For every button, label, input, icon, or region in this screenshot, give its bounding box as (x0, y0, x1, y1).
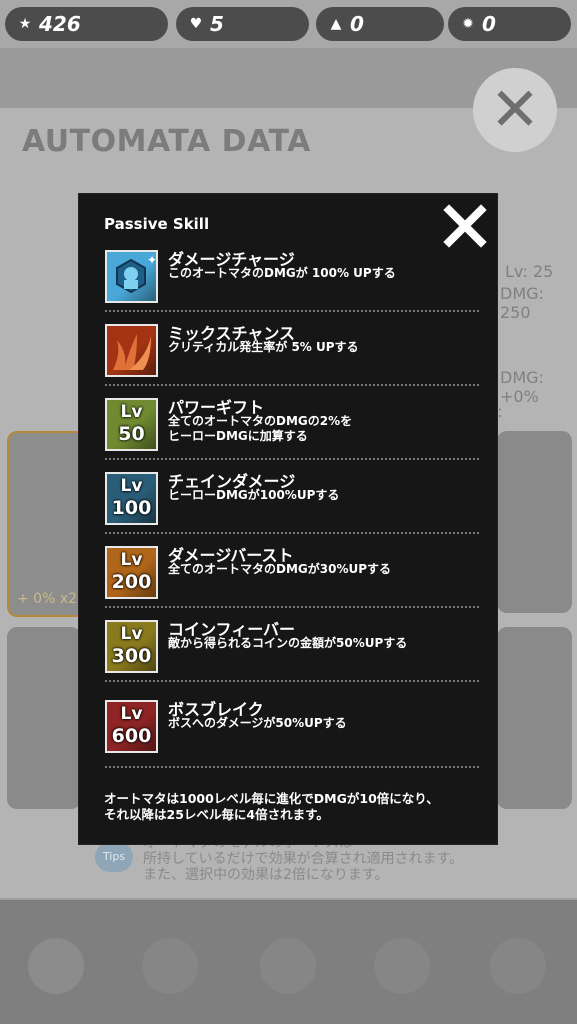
skill-description-line: クリティカル発生率が 5% UPする (168, 340, 359, 354)
tips-bubble-icon: Tips (95, 842, 133, 872)
skill-description-line: 敵から得られるコインの金額が50%UPする (168, 636, 408, 650)
skill-level-label: Lv (120, 704, 143, 724)
skill-level-value: 100 (111, 497, 152, 519)
skill-row: Lv 200 ダメージバースト 全てのオートマタのDMGが30%UPする (105, 546, 477, 602)
skill-description-line: 全てのオートマタのDMGが30%UPする (168, 562, 392, 576)
skill-description: クリティカル発生率が 5% UPする (168, 340, 359, 355)
resource-bar: ★ 426 ♥ 5 ▲ 0 ✹ 0 (0, 0, 577, 48)
resource-stars: ★ 426 (5, 7, 168, 41)
skill-divider (105, 458, 479, 460)
skill-description-line: 全てのオートマタのDMGの2%を (168, 414, 353, 428)
footer-line-2: それ以降は25レベル毎に4倍されます。 (104, 807, 329, 822)
bg-automata-card-right[interactable] (497, 431, 572, 613)
skill-description-line: ヒーローDMGが100%UPする (168, 488, 340, 502)
tab-hero-icon[interactable] (142, 938, 198, 994)
skill-level-label: Lv (120, 402, 143, 422)
triangles-count: 0 (350, 12, 364, 36)
bg-dmg-bonus: DMG: +0% (500, 368, 544, 406)
level-300-icon: Lv 300 (105, 620, 158, 673)
skill-divider (105, 384, 479, 386)
skill-divider (105, 680, 479, 682)
tab-heart-icon[interactable] (374, 938, 430, 994)
skill-level-value: 50 (118, 423, 145, 445)
bg-lv-text: Lv: 25 (505, 262, 554, 281)
bg-tips-line3: また、選択中の効果は2倍になります。 (143, 867, 389, 883)
skill-level-label: Lv (120, 624, 143, 644)
skill-description-line: ボスへのダメージが50%UPする (168, 716, 347, 730)
skill-level-label: Lv (120, 476, 143, 496)
resource-gears: ✹ 0 (448, 7, 571, 41)
tab-automata-icon[interactable] (28, 938, 84, 994)
skill-level-label: Lv (120, 550, 143, 570)
bg-dmg-text: DMG: 250 (500, 284, 544, 322)
skill-row: Lv 50 パワーギフト 全てのオートマタのDMGの2%を ヒーローDMGに加算する (105, 398, 477, 454)
hearts-count: 5 (210, 12, 224, 36)
gears-count: 0 (482, 12, 496, 36)
skill-divider (105, 606, 479, 608)
skill-row: Lv 300 コインフィーバー 敵から得られるコインの金額が50%UPする (105, 620, 477, 676)
shield-sparkle-icon: ✦ (105, 250, 158, 303)
modal-footer: オートマタは1000レベル毎に進化でDMGが10倍になり、 それ以降は25レベル… (104, 791, 489, 823)
triangle-icon: ▲ (330, 16, 342, 32)
background-title: AUTOMATA DATA (22, 124, 311, 159)
resource-triangles: ▲ 0 (316, 7, 444, 41)
resource-hearts: ♥ 5 (176, 7, 309, 41)
bg-automata-card-left-2[interactable] (7, 627, 81, 809)
skill-divider (105, 532, 479, 534)
skill-description: このオートマタのDMGが 100% UPする (168, 266, 396, 281)
level-600-icon: Lv 600 (105, 700, 158, 753)
skill-level-value: 600 (111, 725, 152, 747)
skill-description-line: このオートマタのDMGが 100% UPする (168, 266, 396, 280)
level-200-icon: Lv 200 (105, 546, 158, 599)
heart-icon: ♥ (189, 16, 203, 32)
skill-divider (105, 310, 479, 312)
skill-description: 敵から得られるコインの金額が50%UPする (168, 636, 407, 651)
skill-level-value: 200 (111, 571, 152, 593)
skill-divider (105, 766, 479, 768)
stars-count: 426 (39, 12, 81, 36)
skill-level-value: 300 (111, 645, 152, 667)
skill-description-line: ヒーローDMGに加算する (168, 429, 308, 443)
skill-row: ✦ ダメージチャージ このオートマタのDMGが 100% UPする (105, 250, 477, 306)
slash-icon (105, 324, 158, 377)
modal-title: Passive Skill (104, 215, 210, 233)
bg-card-bonus: + 0% x2 (17, 591, 78, 607)
level-50-icon: Lv 50 (105, 398, 158, 451)
tab-menu-icon[interactable] (490, 938, 546, 994)
close-icon[interactable] (443, 204, 487, 248)
skill-row: ミックスチャンス クリティカル発生率が 5% UPする (105, 324, 477, 380)
footer-line-1: オートマタは1000レベル毎に進化でDMGが10倍になり、 (104, 791, 439, 806)
svg-text:✦: ✦ (147, 253, 156, 267)
skill-description: 全てのオートマタのDMGの2%を ヒーローDMGに加算する (168, 414, 352, 444)
skill-description: ボスへのダメージが50%UPする (168, 716, 347, 731)
skill-description: ヒーローDMGが100%UPする (168, 488, 339, 503)
gear-icon: ✹ (462, 16, 474, 32)
skill-row: Lv 600 ボスブレイク ボスへのダメージが50%UPする (105, 700, 477, 756)
level-100-icon: Lv 100 (105, 472, 158, 525)
background-close-button[interactable]: ✕ (473, 68, 557, 152)
bg-automata-card-right-2[interactable] (497, 627, 572, 809)
passive-skill-modal: Passive Skill ✦ ダメージチャージ このオートマタのDMGが 100%… (79, 194, 497, 844)
skill-description: 全てのオートマタのDMGが30%UPする (168, 562, 391, 577)
star-icon: ★ (18, 16, 32, 32)
tab-shop-icon[interactable] (260, 938, 316, 994)
skill-row: Lv 100 チェインダメージ ヒーローDMGが100%UPする (105, 472, 477, 528)
